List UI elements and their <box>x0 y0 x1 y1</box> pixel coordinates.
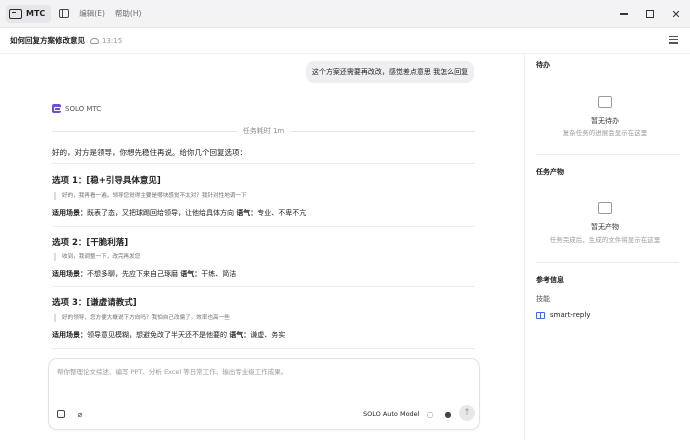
todo-empty-desc: 复杂任务的进展会显示在这里 <box>562 129 648 137</box>
minimize-button[interactable] <box>618 8 630 20</box>
book-icon <box>536 311 545 319</box>
divider <box>52 286 475 287</box>
composer: ⌀ SOLO Auto Model ◌ ● ↑ <box>48 358 480 430</box>
artifacts-empty-icon <box>598 202 612 214</box>
conversation-header: 如何回复方案修改意见 13:15 <box>0 28 690 54</box>
reference-title: 参考信息 <box>536 276 564 284</box>
option-1-quote: 好的，我再看一遍。领导您觉得主要是哪块感觉不太对？我针对性地调一下 <box>54 192 247 200</box>
cloud-sync-icon <box>90 37 99 44</box>
skill-item[interactable]: smart-reply <box>536 311 590 319</box>
chat-mode-icon[interactable]: ◌ <box>425 409 435 419</box>
skill-name: smart-reply <box>550 311 591 319</box>
agent-intro: 好的，对方是领导，你想先稳住再说。给你几个回复选项： <box>52 148 247 157</box>
minimize-icon <box>620 13 628 15</box>
microphone-icon[interactable]: ● <box>443 409 453 419</box>
window-controls: ✕ <box>618 0 682 28</box>
divider <box>536 154 679 155</box>
app-logo-icon <box>9 8 22 19</box>
panel-toggle-icon[interactable] <box>669 36 678 45</box>
option-3-scene: 适用场景：领导意见模糊，想避免改了半天还不是他要的 语气：谦虚、务实 <box>52 331 286 339</box>
canvas-icon[interactable] <box>57 410 65 418</box>
option-2-scene: 适用场景：不想多聊，先应下来自己琢磨 语气：干练、简洁 <box>52 270 237 278</box>
close-icon: ✕ <box>671 7 681 21</box>
skills-label: 技能 <box>536 295 550 303</box>
task-duration[interactable]: 任务耗时 1m <box>52 126 475 136</box>
model-selector[interactable]: SOLO Auto Model <box>363 410 420 418</box>
option-3-quote: 好的领导，您方便大概说下方向吗？我怕自己改偏了，效率也高一些 <box>54 314 230 322</box>
title-bar: MTC 编辑(E) 帮助(H) ✕ <box>0 0 690 28</box>
message-input[interactable] <box>57 368 467 376</box>
option-1-title: 选项 1：[稳+引导具体意见] <box>52 176 161 186</box>
conversation-title: 如何回复方案修改意见 <box>10 36 85 45</box>
menu-edit[interactable]: 编辑(E) <box>79 8 105 19</box>
task-duration-label: 任务耗时 1m <box>242 127 285 135</box>
agent-header: SOLO MTC <box>52 104 101 113</box>
divider <box>52 226 475 227</box>
todo-empty-icon <box>598 96 612 108</box>
artifacts-empty-title: 暂无产物 <box>591 223 619 231</box>
right-panel: 待办 暂无待办 复杂任务的进展会显示在这里 任务产物 暂无产物 任务完成后，生成… <box>525 54 690 440</box>
artifacts-empty-desc: 任务完成后，生成的文件将显示在这里 <box>549 236 661 244</box>
attach-icon[interactable]: ⌀ <box>75 409 85 419</box>
app-name: MTC <box>26 9 46 18</box>
option-3-title: 选项 3：[谦虚请教式] <box>52 298 137 308</box>
app-switcher[interactable]: MTC <box>6 4 52 23</box>
option-2-title: 选项 2：[干脆利落] <box>52 238 129 248</box>
divider <box>52 163 475 164</box>
option-2-quote: 收到，我调整一下，改完再发您 <box>54 253 140 261</box>
menu-help[interactable]: 帮助(H) <box>115 8 142 19</box>
sidebar-toggle-icon[interactable] <box>59 9 70 18</box>
divider <box>52 348 475 349</box>
close-button[interactable]: ✕ <box>670 8 682 20</box>
artifacts-title: 任务产物 <box>536 168 564 176</box>
agent-avatar-icon <box>52 104 61 113</box>
todo-empty-title: 暂无待办 <box>591 117 619 125</box>
maximize-button[interactable] <box>644 8 656 20</box>
user-message-bubble: 这个方案还需要再改改，感觉差点意思 我怎么回复 <box>306 61 474 83</box>
option-1-scene: 适用场景：既表了态，又把球踢回给领导，让他给具体方向 语气：专业、不卑不亢 <box>52 209 307 217</box>
send-button[interactable]: ↑ <box>459 405 475 421</box>
arrow-up-icon: ↑ <box>463 408 471 418</box>
agent-name: SOLO MTC <box>65 104 102 113</box>
conversation-time: 13:15 <box>102 36 123 45</box>
maximize-icon <box>646 10 654 18</box>
divider <box>536 262 679 263</box>
todo-title: 待办 <box>536 61 550 69</box>
